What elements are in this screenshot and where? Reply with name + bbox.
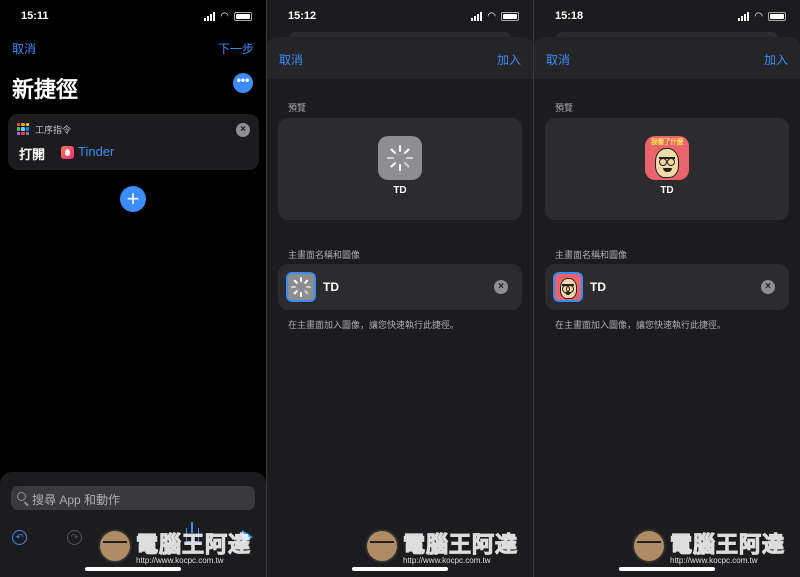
watermark-url: http://www.kocpc.com.tw [136, 556, 224, 565]
sheet-header: 取消 加入 [534, 37, 800, 79]
shortcut-name-input[interactable]: TD [323, 280, 339, 294]
preview-card: TD [278, 118, 522, 220]
status-bar: 15:12 ◠ [267, 0, 533, 32]
wifi-icon: ◠ [754, 11, 763, 22]
custom-cartoon-icon: 我看了什麼 [645, 136, 689, 180]
battery-icon [501, 12, 519, 21]
home-screen-label: 主畫面名稱和圖像 [555, 250, 628, 260]
next-button[interactable]: 下一步 [218, 40, 254, 57]
cancel-button[interactable]: 取消 [546, 51, 570, 68]
sheet-header: 取消 加入 [267, 37, 533, 79]
name-and-icon-row: TD × [278, 264, 522, 310]
cancel-button[interactable]: 取消 [12, 40, 36, 57]
home-screen-label: 主畫面名稱和圖像 [288, 250, 361, 260]
shortcut-default-icon [378, 136, 422, 180]
cartoon-face [655, 148, 679, 178]
wifi-icon: ◠ [220, 11, 229, 22]
signal-icon [204, 12, 216, 21]
name-and-icon-row: TD × [545, 264, 789, 310]
help-text: 在主畫面加入圖像，讓您快速執行此捷徑。 [555, 320, 727, 330]
shortcut-name-input[interactable]: TD [590, 280, 606, 294]
watermark-title: 電腦王阿達 [669, 532, 786, 558]
undo-icon[interactable]: ↶ [12, 530, 27, 545]
action-verb: 打開 [19, 147, 46, 162]
watermark-title: 電腦王阿達 [135, 532, 252, 558]
icon-picker-button[interactable] [553, 272, 583, 302]
scripting-grid-icon [17, 123, 29, 135]
icon-picker-button[interactable] [286, 272, 316, 302]
signal-icon [471, 12, 483, 21]
icon-banner-text: 我看了什麼 [650, 139, 684, 146]
new-shortcut-screen: 15:11 ◠ 取消 下一步 新捷徑 ••• 工序指令 × 打開 Tinder … [0, 0, 266, 577]
preview-name: TD [660, 185, 674, 196]
status-time: 15:18 [555, 10, 584, 22]
modal-sheet: 取消 加入 預覽 TD 主畫面名稱和圖像 TD × 在主畫面加入圖像，讓您快速執… [267, 37, 533, 577]
watermark-face-icon [365, 529, 399, 563]
status-icons: ◠ [471, 11, 519, 22]
preview-label: 預覽 [288, 103, 307, 113]
watermark-face-icon [632, 529, 666, 563]
add-to-home-screen-custom: 15:18 ◠ 取消 加入 預覽 我看了什麼 TD 主畫面名稱和圖像 TD × … [534, 0, 800, 577]
preview-card: 我看了什麼 TD [545, 118, 789, 220]
modal-sheet: 取消 加入 預覽 我看了什麼 TD 主畫面名稱和圖像 TD × 在主畫面加入圖像… [534, 37, 800, 577]
tinder-app-icon [61, 146, 74, 159]
add-to-home-screen-default: 15:12 ◠ 取消 加入 預覽 TD 主畫面名稱和圖像 TD × 在主畫面加入… [267, 0, 533, 577]
battery-icon [768, 12, 786, 21]
action-category-label: 工序指令 [35, 125, 72, 135]
search-placeholder: 搜尋 App 和動作 [32, 493, 121, 507]
clear-text-button[interactable]: × [494, 280, 508, 294]
remove-action-button[interactable]: × [236, 123, 250, 137]
add-button[interactable]: 加入 [764, 51, 788, 68]
clear-text-button[interactable]: × [761, 280, 775, 294]
watermark-title: 電腦王阿達 [402, 532, 519, 558]
status-icons: ◠ [738, 11, 786, 22]
status-bar: 15:18 ◠ [534, 0, 800, 32]
preview-label: 預覽 [555, 103, 574, 113]
add-action-button[interactable]: + [120, 186, 146, 212]
status-time: 15:12 [288, 10, 317, 22]
watermark-logo: 電腦王阿達 http://www.kocpc.com.tw [96, 523, 266, 569]
app-parameter[interactable]: Tinder [78, 144, 114, 159]
search-icon [17, 492, 26, 501]
watermark-url: http://www.kocpc.com.tw [403, 556, 491, 565]
wifi-icon: ◠ [487, 11, 496, 22]
help-text: 在主畫面加入圖像，讓您快速執行此捷徑。 [288, 320, 460, 330]
battery-icon [234, 12, 252, 21]
cancel-button[interactable]: 取消 [279, 51, 303, 68]
more-options-button[interactable]: ••• [233, 73, 253, 93]
signal-icon [738, 12, 750, 21]
page-title: 新捷徑 [12, 77, 79, 102]
cartoon-face-small [560, 278, 577, 299]
status-icons: ◠ [204, 11, 252, 22]
action-card-open-app[interactable]: 工序指令 × 打開 Tinder [8, 114, 259, 170]
watermark-face-icon [98, 529, 132, 563]
watermark-logo: 電腦王阿達 http://www.kocpc.com.tw [630, 523, 800, 569]
status-time: 15:11 [21, 10, 49, 22]
search-input[interactable]: 搜尋 App 和動作 [11, 486, 255, 510]
redo-icon[interactable]: ↷ [67, 530, 82, 545]
preview-name: TD [393, 185, 407, 196]
status-bar: 15:11 ◠ [0, 0, 266, 32]
add-button[interactable]: 加入 [497, 51, 521, 68]
watermark-logo: 電腦王阿達 http://www.kocpc.com.tw [363, 523, 533, 569]
watermark-url: http://www.kocpc.com.tw [670, 556, 758, 565]
